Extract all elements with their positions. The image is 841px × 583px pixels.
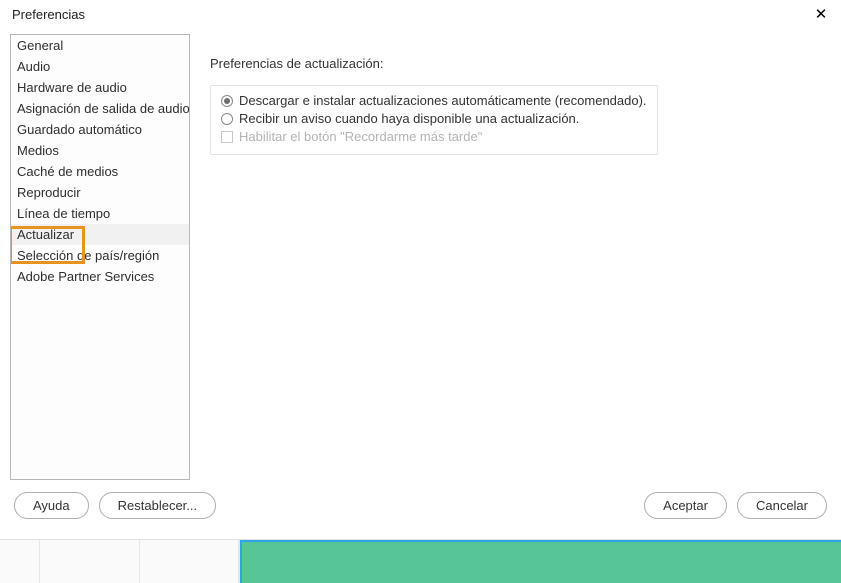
sidebar-item-partner[interactable]: Adobe Partner Services [11,266,189,287]
sidebar-item-playback[interactable]: Reproducir [11,182,189,203]
strip-gray [0,540,240,583]
sidebar-item-region[interactable]: Selección de país/región [11,245,189,266]
sidebar-item-label: Medios [17,143,59,158]
sidebar-item-label: Línea de tiempo [17,206,110,221]
button-group-left: Ayuda Restablecer... [14,492,216,519]
cancel-button[interactable]: Cancelar [737,492,827,519]
option-notify[interactable]: Recibir un aviso cuando haya disponible … [221,110,647,128]
section-title: Preferencias de actualización: [210,56,819,71]
sidebar: General Audio Hardware de audio Asignaci… [10,34,190,480]
strip-cell [40,540,140,583]
sidebar-item-general[interactable]: General [11,35,189,56]
checkbox-icon [221,131,233,143]
sidebar-item-update[interactable]: Actualizar [11,224,189,245]
sidebar-item-label: General [17,38,63,53]
sidebar-item-media-cache[interactable]: Caché de medios [11,161,189,182]
sidebar-item-timeline[interactable]: Línea de tiempo [11,203,189,224]
strip-cell [0,540,40,583]
sidebar-item-audio-hardware[interactable]: Hardware de audio [11,77,189,98]
option-label: Descargar e instalar actualizaciones aut… [239,92,647,110]
bottom-timeline-strip [0,539,841,583]
sidebar-item-media[interactable]: Medios [11,140,189,161]
sidebar-item-label: Hardware de audio [17,80,127,95]
sidebar-item-label: Reproducir [17,185,81,200]
sidebar-item-label: Selección de país/región [17,248,159,263]
sidebar-item-label: Actualizar [17,227,74,242]
dialog-body: General Audio Hardware de audio Asignaci… [0,28,841,480]
ok-button[interactable]: Aceptar [644,492,727,519]
update-options-group: Descargar e instalar actualizaciones aut… [210,85,658,155]
strip-green [240,540,841,583]
close-icon[interactable]: ✕ [811,7,831,22]
content-pane: Preferencias de actualización: Descargar… [190,34,831,480]
sidebar-item-audio-output[interactable]: Asignación de salida de audio [11,98,189,119]
window-title: Preferencias [12,7,85,22]
option-remind-later: Habilitar el botón "Recordarme más tarde… [221,128,647,146]
sidebar-item-audio[interactable]: Audio [11,56,189,77]
option-label: Recibir un aviso cuando haya disponible … [239,110,579,128]
button-bar: Ayuda Restablecer... Aceptar Cancelar [0,480,841,519]
sidebar-item-label: Audio [17,59,50,74]
sidebar-item-label: Guardado automático [17,122,142,137]
sidebar-item-label: Caché de medios [17,164,118,179]
option-label: Habilitar el botón "Recordarme más tarde… [239,128,482,146]
help-button[interactable]: Ayuda [14,492,89,519]
sidebar-item-label: Adobe Partner Services [17,269,154,284]
strip-cell [140,540,240,583]
radio-icon[interactable] [221,113,233,125]
titlebar: Preferencias ✕ [0,0,841,28]
sidebar-item-label: Asignación de salida de audio [17,101,190,116]
radio-icon[interactable] [221,95,233,107]
sidebar-item-autosave[interactable]: Guardado automático [11,119,189,140]
reset-button[interactable]: Restablecer... [99,492,217,519]
option-auto-install[interactable]: Descargar e instalar actualizaciones aut… [221,92,647,110]
button-group-right: Aceptar Cancelar [644,492,827,519]
